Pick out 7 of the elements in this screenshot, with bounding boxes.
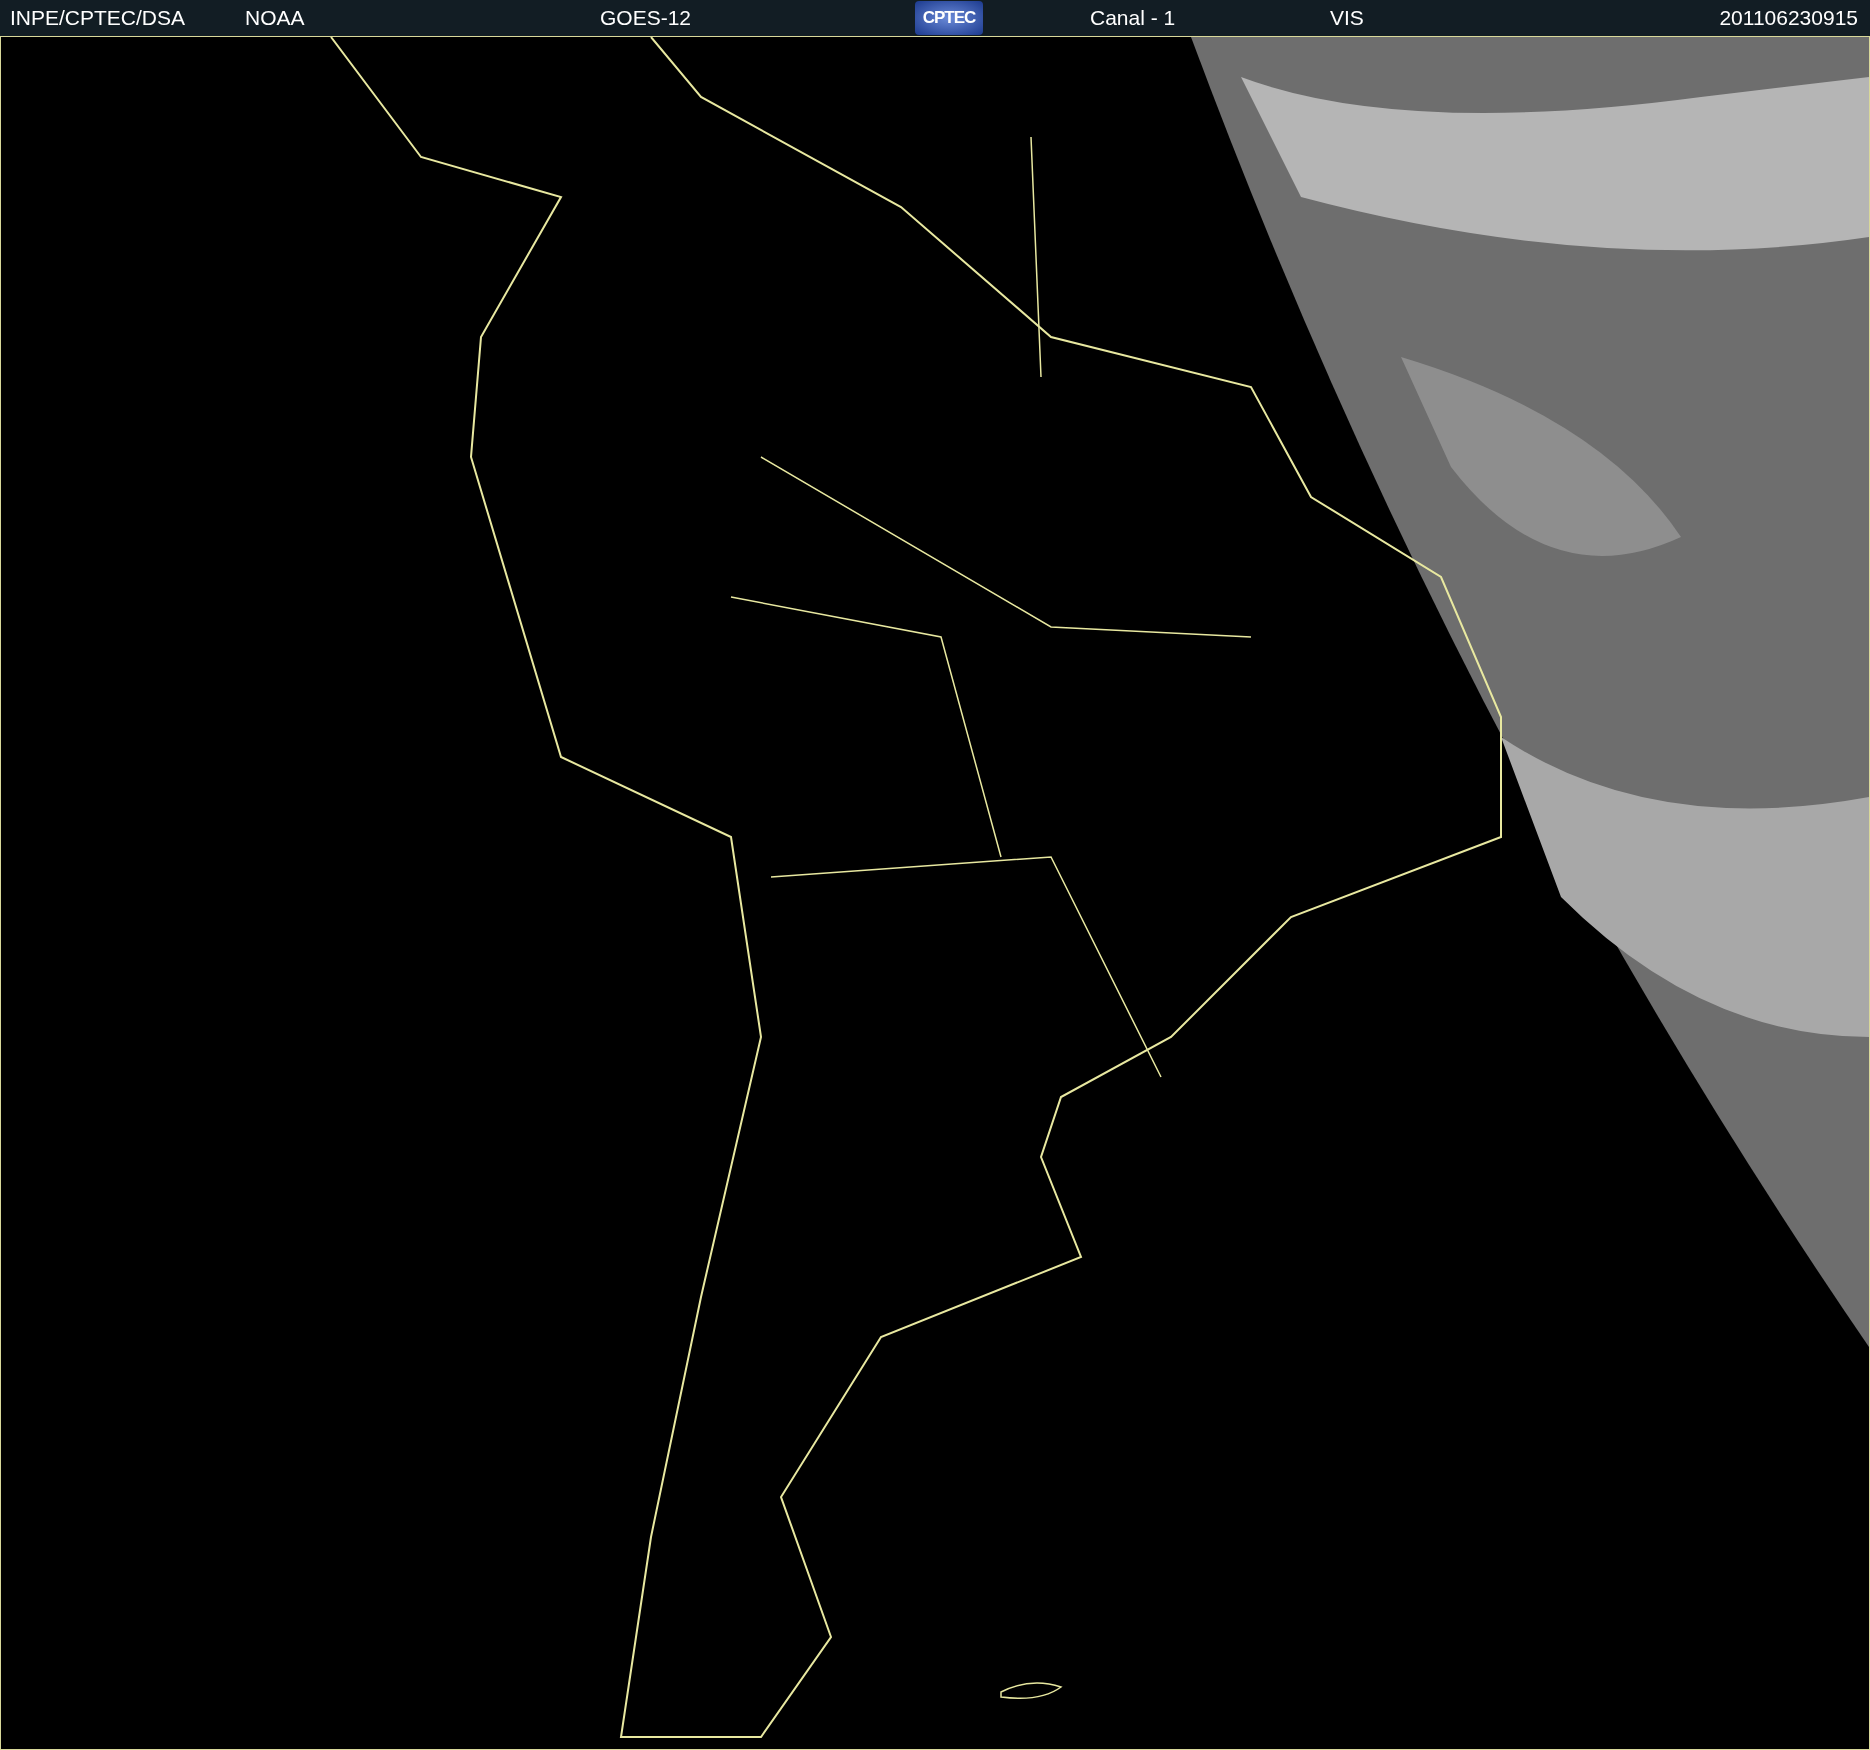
- channel-label: Canal - 1: [1090, 6, 1177, 30]
- source-label: INPE/CPTEC/DSA: [10, 6, 187, 30]
- agency-label: NOAA: [245, 6, 306, 30]
- satellite-label: GOES-12: [600, 6, 693, 30]
- band-label: VIS: [1330, 6, 1364, 30]
- logo: CPTEC: [915, 1, 983, 35]
- timestamp-label: 201106230915: [1719, 6, 1858, 30]
